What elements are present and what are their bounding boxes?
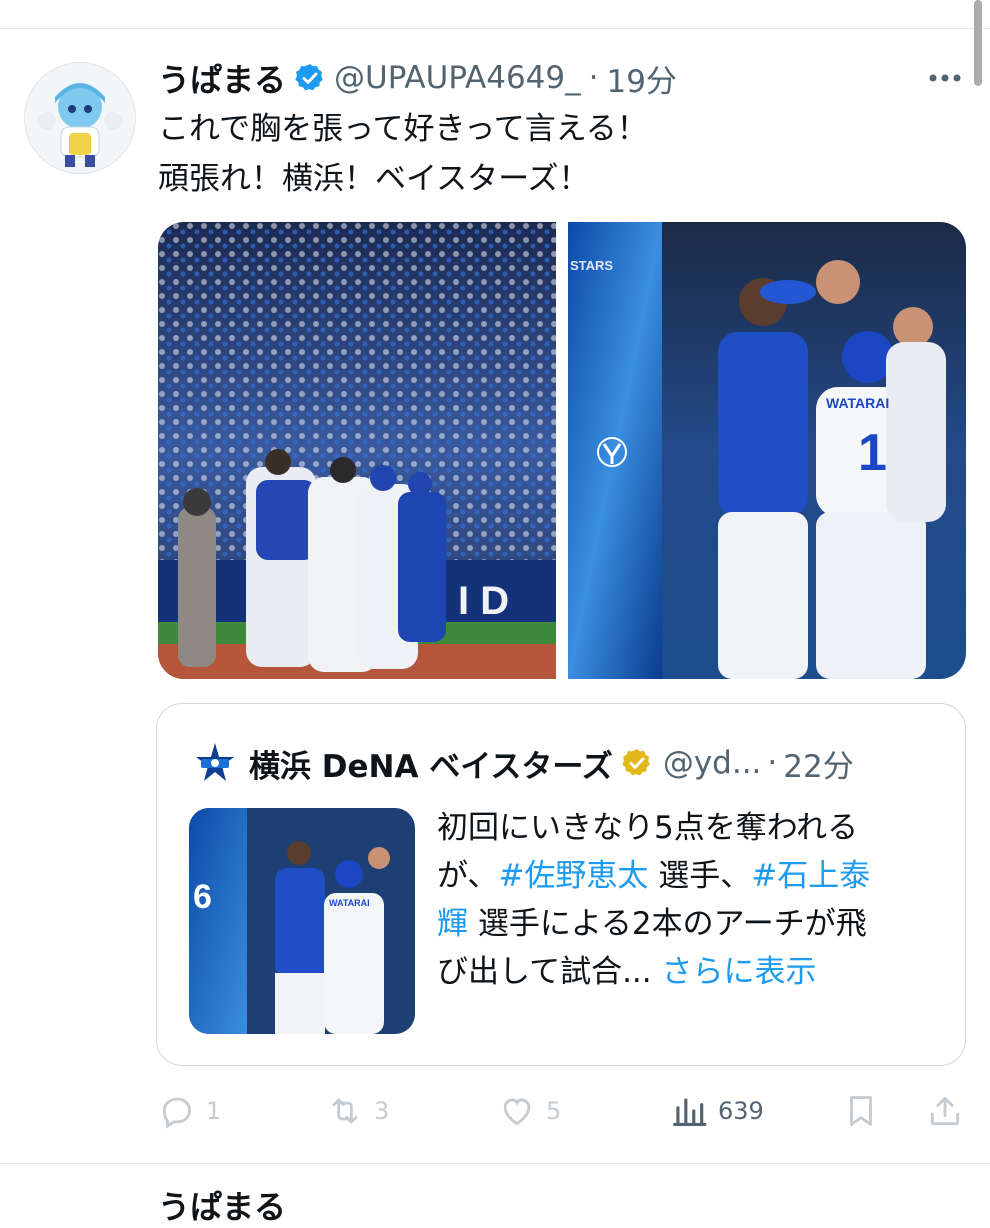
share-button[interactable] [926,1088,964,1134]
retweet-count: 3 [374,1097,390,1125]
thumb-number: 6 [193,878,212,916]
retweet-button[interactable]: 3 [326,1088,389,1134]
reply-icon [162,1097,192,1129]
photo-celebration-crowd[interactable]: I D [158,222,556,679]
next-tweet-name[interactable]: うぱまる [158,1182,286,1228]
tweet-text-line: 頑張れ！横浜！ベイスターズ！ [158,161,590,197]
quoted-text-segment: 選手による2本のアーチが飛 [468,906,867,942]
more-options-icon[interactable] [925,64,965,92]
header-separator: · [588,60,599,96]
baystars-logo-icon[interactable] [193,741,237,785]
media-grid: I D STARS WATARAI 1 [158,222,966,679]
gold-verified-badge-icon [622,749,650,776]
verified-badge-icon [295,64,323,91]
quoted-text-segment: び出して試合... [437,954,652,990]
share-icon [930,1096,960,1126]
like-count: 5 [546,1097,562,1125]
retweet-icon [332,1098,358,1124]
bottom-divider [0,1163,990,1164]
quoted-timestamp[interactable]: 22分 [783,741,853,786]
hashtag-link[interactable]: #石上泰 [751,858,870,894]
tweet-header: うぱまる @UPAUPA4649_ · 19分 [158,56,677,100]
top-divider [0,28,990,29]
views-count: 639 [718,1097,764,1125]
timestamp[interactable]: 19分 [606,56,676,101]
jersey-number: 1 [858,424,887,482]
tweet-text: これで胸を張って好きって言える！ 頑張れ！横浜！ベイスターズ！ [158,104,938,204]
thumb-jersey-name: WATARAI [329,898,370,908]
quoted-separator: · [767,745,778,781]
like-button[interactable]: 5 [498,1088,561,1134]
heart-icon [503,1098,531,1126]
avatar[interactable] [24,62,136,174]
quoted-text-line: 初回にいきなり5点を奪われる [437,810,859,846]
reply-count: 1 [206,1097,222,1125]
action-bar: 1 3 5 639 [158,1088,966,1134]
quoted-tweet[interactable]: 横浜 DeNA ベイスターズ @yd... · 22分 6 WATARAI 初回… [156,703,966,1066]
hashtag-link-continued[interactable]: 輝 [437,906,468,942]
display-name[interactable]: うぱまる [158,55,286,101]
bookmark-button[interactable] [842,1088,880,1134]
quoted-handle[interactable]: @yd... [663,745,762,781]
views-chart-icon [673,1098,707,1127]
photo-players-hug[interactable]: STARS WATARAI 1 [568,222,966,679]
banner-letters: I D [458,579,509,623]
show-more-link[interactable]: さらに表示 [662,954,817,990]
quoted-thumbnail[interactable]: 6 WATARAI [189,808,415,1034]
quoted-text: 初回にいきなり5点を奪われる が、#佐野恵太 選手、#石上泰 輝 選手による2本… [437,804,947,996]
quoted-tweet-header: 横浜 DeNA ベイスターズ @yd... · 22分 [193,740,854,786]
scrollbar[interactable] [974,0,982,86]
views-button[interactable]: 639 [670,1088,764,1134]
quoted-text-segment: 選手、 [648,858,752,894]
tweet-text-line: これで胸を張って好きって言える！ [158,111,648,147]
hashtag-link[interactable]: #佐野恵太 [498,858,648,894]
reply-button[interactable]: 1 [158,1088,221,1134]
bookmark-icon [850,1096,872,1126]
jersey-name: WATARAI [826,395,889,411]
quoted-display-name[interactable]: 横浜 DeNA ベイスターズ [249,741,613,786]
logo-text: STARS [570,258,613,273]
handle[interactable]: @UPAUPA4649_ [334,60,581,96]
quoted-text-segment: が、 [437,858,499,894]
